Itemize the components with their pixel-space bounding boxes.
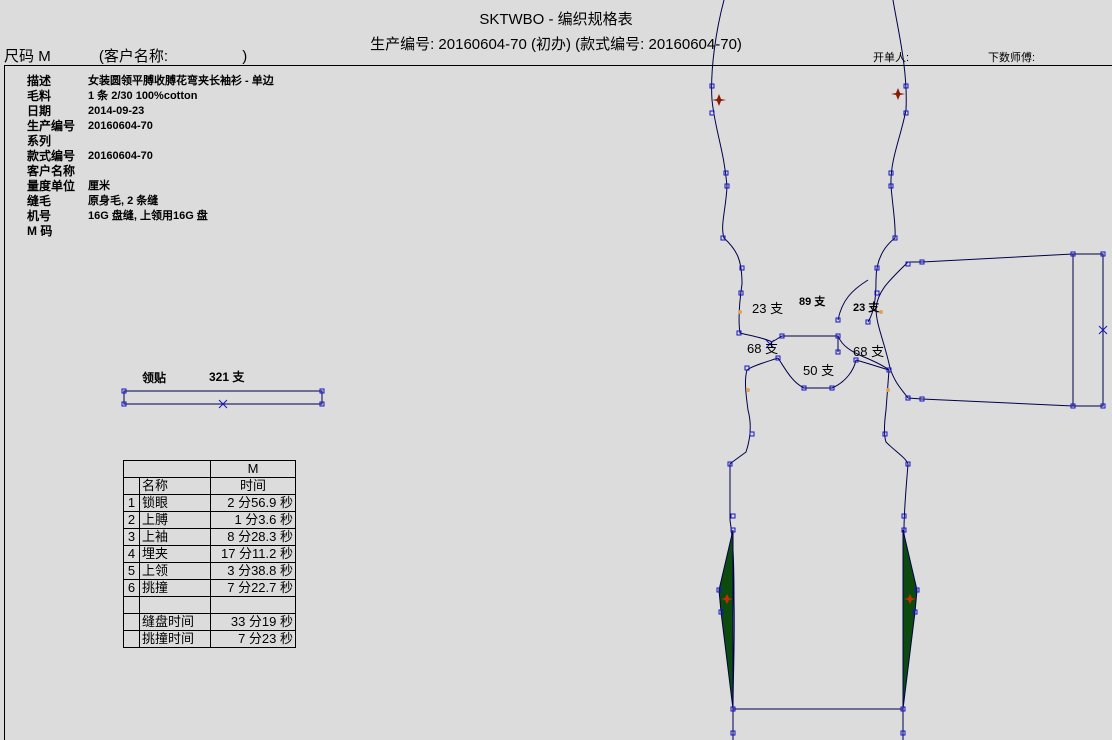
- marker-stars: [712, 88, 916, 604]
- pattern-node: [730, 513, 736, 519]
- collar-trim-piece: [123, 390, 323, 405]
- lower-left-outline: [729, 357, 779, 710]
- lower-right-outline: [855, 359, 909, 710]
- sleeve-piece-right: [907, 253, 1104, 407]
- label-neck-bottom: 50 支: [803, 363, 834, 378]
- right-side-panel: [902, 529, 918, 710]
- upper-right-outline: [867, 0, 907, 323]
- pattern-node: [749, 431, 755, 437]
- sleeve-cap-curve: [875, 261, 909, 399]
- label-left-shoulder: 68 支: [747, 341, 778, 356]
- label-right-armhole: 23 支: [853, 300, 880, 314]
- label-neck-top: 89 支: [799, 294, 826, 308]
- center-marks: [218, 325, 1108, 409]
- label-left-armhole: 23 支: [752, 301, 783, 316]
- label-right-shoulder: 68 支: [853, 344, 884, 359]
- knit-pattern-diagram: 23 支 89 支 23 支 68 支 68 支 50 支: [121, 0, 1108, 740]
- left-side-panel: [718, 529, 734, 710]
- pattern-nodes: [121, 83, 1106, 736]
